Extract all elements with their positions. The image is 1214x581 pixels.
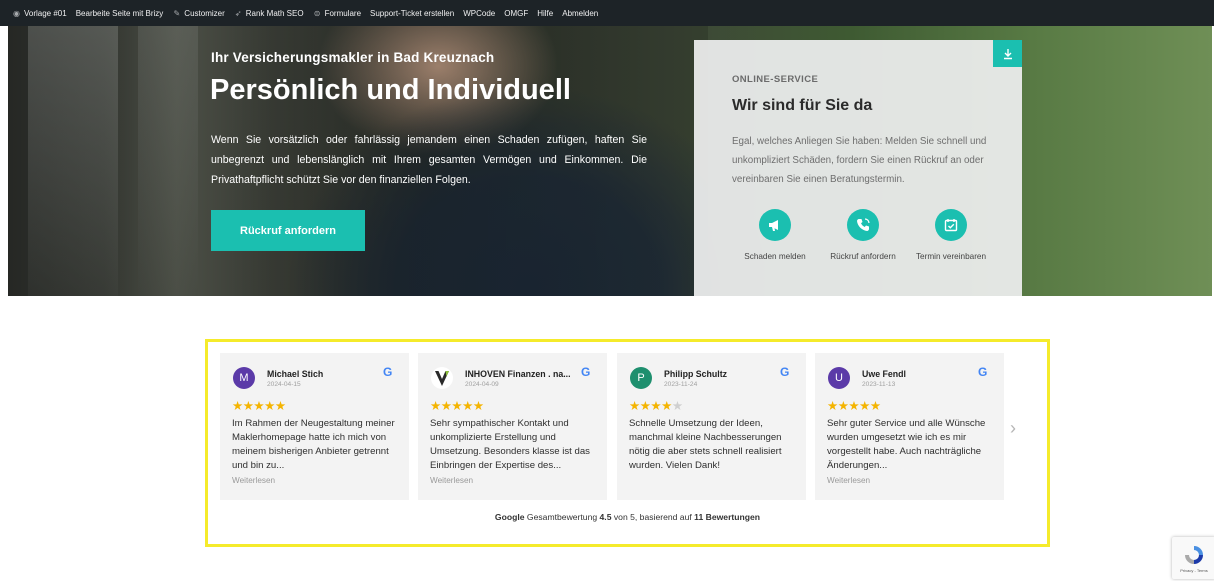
review-card: INHOVEN Finanzen . na... 2024-04-09 G ★★… <box>418 353 607 500</box>
rating-summary: Google Gesamtbewertung 4.5 von 5, basier… <box>205 512 1050 522</box>
summary-score: 4.5 <box>599 512 612 522</box>
reviewer-name: INHOVEN Finanzen . na... <box>465 369 571 379</box>
action-label: Rückruf anfordern <box>830 252 896 261</box>
star-rating: ★★★★★ <box>430 399 484 413</box>
online-service-box: ONLINE-SERVICE Wir sind für Sie da Egal,… <box>694 40 1022 296</box>
review-card: M Michael Stich 2024-04-15 G ★★★★★ Im Ra… <box>220 353 409 500</box>
summary-count: 11 Bewertungen <box>694 512 761 522</box>
hero-section: Ihr Versicherungsmakler in Bad Kreuznach… <box>8 26 1212 296</box>
admin-bar-item-rankmath[interactable]: ➶ Rank Math SEO <box>234 9 304 18</box>
star-rating: ★★★★★ <box>827 399 881 413</box>
avatar: P <box>630 367 652 389</box>
admin-bar-label: Bearbeite Seite mit Brizy <box>75 8 164 18</box>
wp-admin-bar: ◉ Vorlage #01 Bearbeite Seite mit Brizy ✎… <box>0 0 1214 26</box>
request-callback-action[interactable]: Rückruf anfordern <box>818 209 908 261</box>
admin-bar-item-help[interactable]: Hilfe <box>537 9 553 18</box>
admin-bar-label: OMGF <box>504 8 529 18</box>
recaptcha-badge[interactable]: Privacy - Terms <box>1172 537 1214 579</box>
admin-bar-label: Vorlage #01 <box>24 8 67 18</box>
admin-bar-item-omgf[interactable]: OMGF <box>504 9 528 18</box>
read-more-link[interactable]: Weiterlesen <box>232 476 275 485</box>
review-text: Schnelle Umsetzung der Ideen, manchmal k… <box>629 418 782 471</box>
admin-bar-label: Rank Math SEO <box>245 8 304 18</box>
summary-label: Gesamtbewertung <box>526 512 598 522</box>
admin-bar-item-customizer[interactable]: ✎ Customizer <box>172 9 224 18</box>
google-icon: G <box>978 365 988 379</box>
download-icon[interactable] <box>993 40 1022 67</box>
admin-bar-item-forms[interactable]: ⊜ Formulare <box>313 9 361 18</box>
recaptcha-icon <box>1185 545 1203 564</box>
admin-bar-label: Abmelden <box>562 8 599 18</box>
review-date: 2023-11-13 <box>862 381 896 388</box>
hero-subtitle: Ihr Versicherungsmakler in Bad Kreuznach <box>211 50 495 65</box>
star-rating: ★★★★★ <box>629 399 683 413</box>
summary-brand: Google <box>494 512 525 522</box>
admin-bar-label: Support-Ticket erstellen <box>370 8 455 18</box>
google-icon: G <box>383 365 393 379</box>
action-label: Termin vereinbaren <box>915 252 987 261</box>
service-label: ONLINE-SERVICE <box>732 74 819 85</box>
admin-bar-item-template[interactable]: ◉ Vorlage #01 <box>12 9 67 18</box>
read-more-link[interactable]: Weiterlesen <box>430 476 473 485</box>
review-date: 2024-04-09 <box>465 381 499 388</box>
admin-bar-label: Customizer <box>184 8 225 18</box>
phone-icon <box>847 209 879 241</box>
avatar: U <box>828 367 850 389</box>
review-card: P Philipp Schultz 2023-11-24 G ★★★★★ Sch… <box>617 353 806 500</box>
reviewer-name: Michael Stich <box>267 369 324 379</box>
report-damage-action[interactable]: Schaden melden <box>730 209 820 261</box>
admin-bar-item-brizy[interactable]: Bearbeite Seite mit Brizy <box>76 9 164 18</box>
recaptcha-text: Privacy - Terms <box>1180 567 1208 573</box>
review-date: 2024-04-15 <box>267 381 301 388</box>
google-icon: G <box>780 365 790 379</box>
admin-bar-item-wpcode[interactable]: WPCode <box>463 9 495 18</box>
callback-button[interactable]: Rückruf anfordern <box>211 210 365 251</box>
megaphone-icon <box>759 209 791 241</box>
action-label: Schaden melden <box>744 252 806 261</box>
admin-bar-item-support[interactable]: Support-Ticket erstellen <box>370 9 454 18</box>
calendar-check-icon <box>935 209 967 241</box>
review-text: Sehr sympathischer Kontakt und unkompliz… <box>430 418 590 471</box>
brush-icon: ✎ <box>173 8 181 18</box>
hero-text: Wenn Sie vorsätzlich oder fahrlässig jem… <box>211 134 647 186</box>
chevron-right-icon[interactable]: › <box>1010 418 1016 439</box>
admin-bar-label: WPCode <box>463 8 496 18</box>
rankmath-icon: ➶ <box>234 8 242 18</box>
review-text: Im Rahmen der Neugestaltung meiner Makle… <box>232 418 395 471</box>
admin-bar-label: Formulare <box>324 8 362 18</box>
admin-bar-label: Hilfe <box>537 8 554 18</box>
avatar <box>431 367 453 389</box>
reviewer-name: Uwe Fendl <box>862 369 906 379</box>
admin-bar-item-logout[interactable]: Abmelden <box>562 9 598 18</box>
forms-icon: ⊜ <box>313 8 321 18</box>
hero-title: Persönlich und Individuell <box>210 74 571 106</box>
review-text: Sehr guter Service und alle Wünsche wurd… <box>827 418 986 471</box>
service-title: Wir sind für Sie da <box>732 97 873 114</box>
avatar: M <box>233 367 255 389</box>
read-more-link[interactable]: Weiterlesen <box>827 476 870 485</box>
service-text: Egal, welches Anliegen Sie haben: Melden… <box>732 136 987 185</box>
google-icon: G <box>581 365 591 379</box>
reviewer-name: Philipp Schultz <box>664 369 728 379</box>
summary-middle: von 5, basierend auf <box>613 512 692 522</box>
star-rating: ★★★★★ <box>232 399 286 413</box>
dashboard-icon: ◉ <box>13 8 20 18</box>
review-date: 2023-11-24 <box>664 381 698 388</box>
review-card: U Uwe Fendl 2023-11-13 G ★★★★★ Sehr gute… <box>815 353 1004 500</box>
book-appointment-action[interactable]: Termin vereinbaren <box>906 209 996 261</box>
